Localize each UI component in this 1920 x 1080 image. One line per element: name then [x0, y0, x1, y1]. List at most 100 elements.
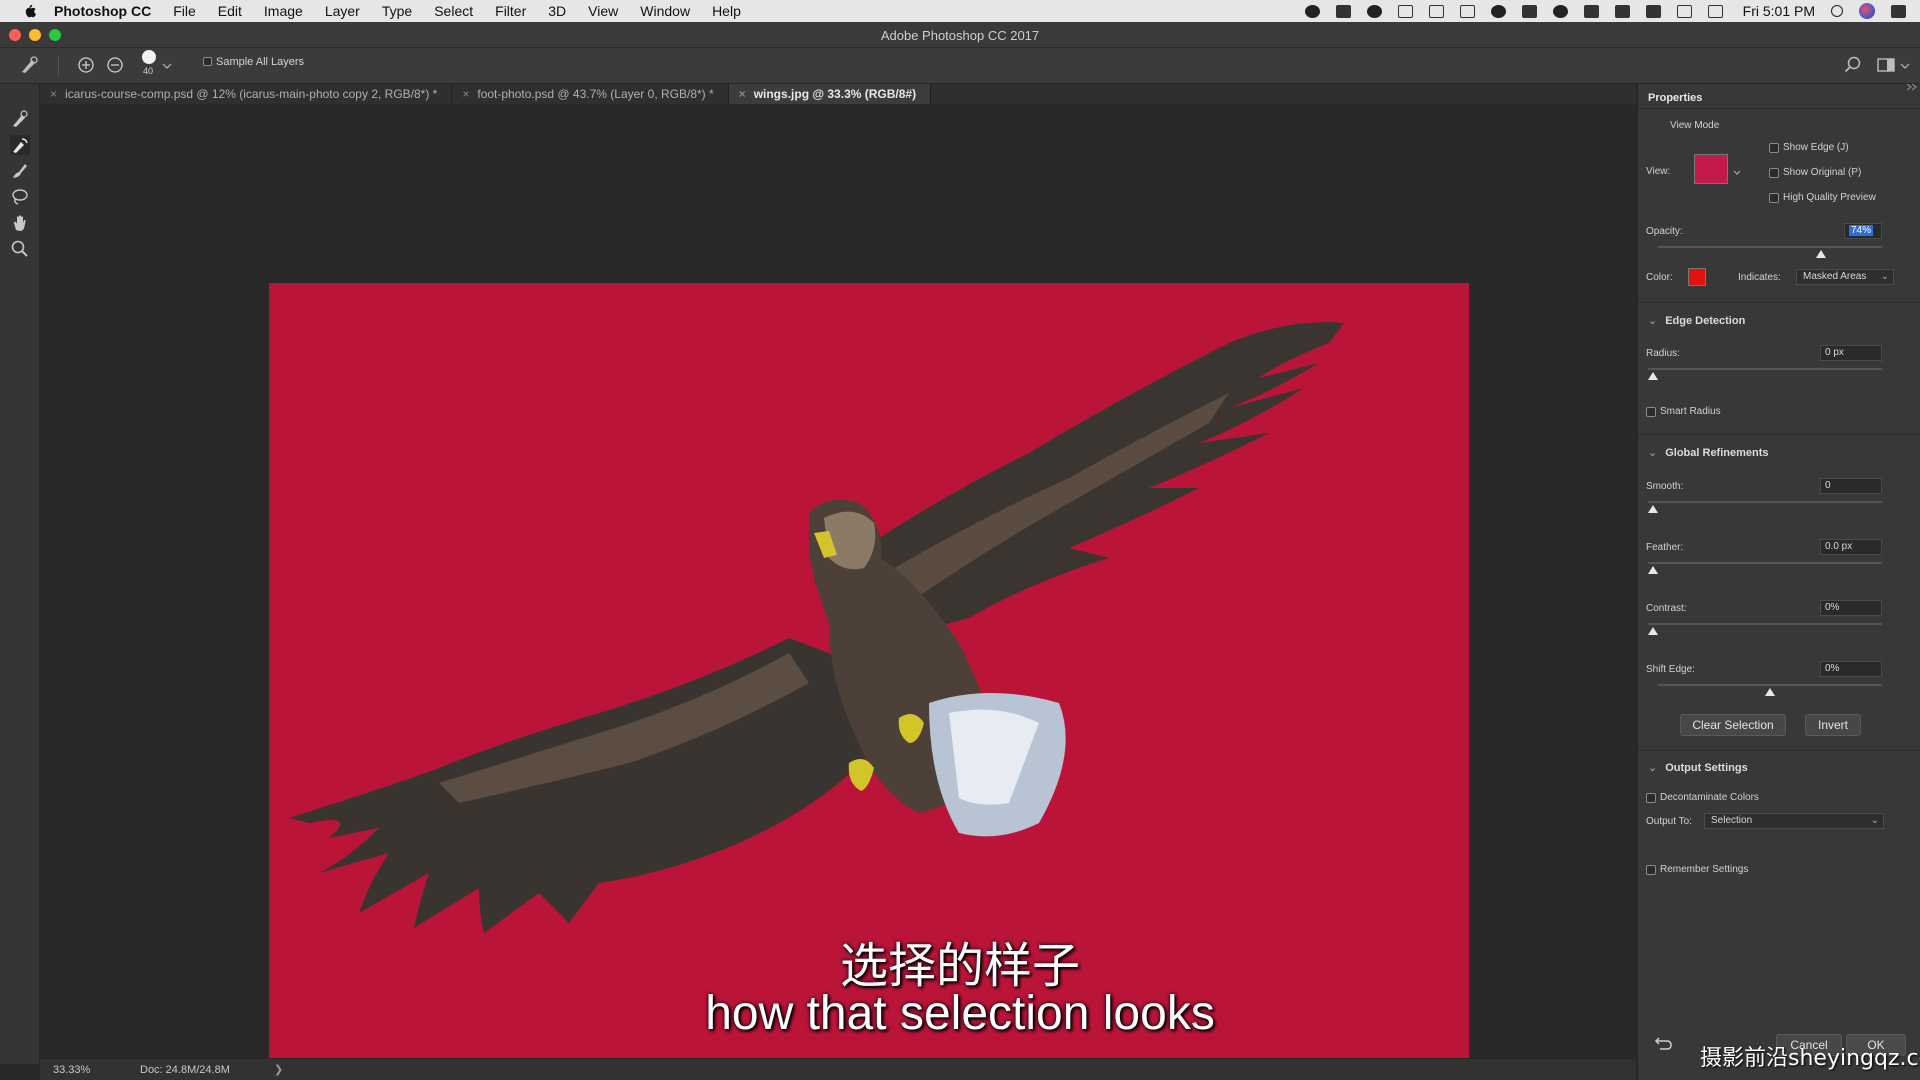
decontaminate-colors-option[interactable]: Decontaminate Colors — [1646, 792, 1759, 803]
overlay-color-swatch[interactable] — [1688, 268, 1706, 286]
brush-picker-chevron-icon[interactable] — [162, 62, 172, 70]
menu-image[interactable]: Image — [264, 3, 303, 19]
menu-layer[interactable]: Layer — [325, 3, 360, 19]
time-machine-icon[interactable] — [1552, 4, 1568, 18]
view-mode-thumbnail[interactable] — [1694, 154, 1728, 184]
remember-settings-option[interactable]: Remember Settings — [1646, 864, 1748, 875]
menu-app-name[interactable]: Photoshop CC — [54, 3, 151, 19]
sample-all-layers-checkbox[interactable] — [203, 57, 212, 66]
contrast-field[interactable]: 0% — [1820, 600, 1882, 616]
feather-slider[interactable] — [1648, 562, 1882, 564]
smart-radius-option[interactable]: Smart Radius — [1646, 406, 1721, 417]
zoom-level[interactable]: 33.33% — [53, 1064, 90, 1076]
close-icon[interactable]: × — [462, 87, 469, 101]
high-quality-preview-option[interactable]: High Quality Preview — [1769, 192, 1876, 203]
apple-icon[interactable] — [20, 2, 38, 20]
edge-detection-section[interactable]: ⌄ Edge Detection — [1648, 314, 1745, 327]
menu-file[interactable]: File — [173, 3, 196, 19]
smart-radius-label: Smart Radius — [1660, 406, 1721, 417]
hand-tool-icon[interactable] — [10, 213, 30, 233]
grid-icon[interactable] — [1521, 4, 1537, 18]
indicates-select[interactable]: Masked Areas ⌄ — [1796, 269, 1894, 285]
output-to-label: Output To: — [1646, 816, 1692, 827]
smart-radius-checkbox[interactable] — [1646, 406, 1656, 417]
display-icon[interactable] — [1428, 4, 1444, 18]
feather-slider-thumb[interactable] — [1648, 566, 1658, 574]
add-to-selection-icon[interactable] — [77, 56, 95, 74]
output-settings-section[interactable]: ⌄ Output Settings — [1648, 761, 1748, 774]
subtract-from-selection-icon[interactable] — [106, 56, 124, 74]
sync-icon[interactable] — [1490, 4, 1506, 18]
search-icon[interactable] — [1843, 55, 1863, 75]
feather-field[interactable]: 0.0 px — [1820, 539, 1882, 555]
menu-window[interactable]: Window — [640, 3, 690, 19]
opacity-field[interactable]: 74% — [1844, 223, 1882, 239]
decontaminate-colors-checkbox[interactable] — [1646, 792, 1656, 803]
contrast-slider[interactable] — [1648, 623, 1882, 625]
menu-edit[interactable]: Edit — [218, 3, 242, 19]
opacity-slider-thumb[interactable] — [1816, 250, 1826, 258]
quick-selection-preset-icon[interactable] — [18, 54, 40, 76]
smooth-slider[interactable] — [1648, 501, 1882, 503]
keyboard-icon[interactable] — [1707, 4, 1723, 18]
panel-collapse-icon[interactable] — [1906, 82, 1918, 92]
clear-selection-button[interactable]: Clear Selection — [1680, 714, 1786, 736]
show-original-option[interactable]: Show Original (P) — [1769, 167, 1861, 178]
tab-icarus-course-comp[interactable]: × icarus-course-comp.psd @ 12% (icarus-ma… — [40, 84, 453, 104]
status-menu-arrow[interactable]: ❯ — [274, 1063, 283, 1076]
view-mode-chevron-icon[interactable] — [1733, 170, 1741, 176]
bluetooth-icon[interactable] — [1583, 4, 1599, 18]
shift-edge-slider[interactable] — [1658, 684, 1882, 686]
sample-all-layers-option[interactable]: Sample All Layers — [203, 56, 304, 68]
airplay-icon[interactable] — [1676, 4, 1692, 18]
output-to-select[interactable]: Selection ⌄ — [1704, 813, 1884, 829]
shift-edge-field[interactable]: 0% — [1820, 661, 1882, 677]
record-icon[interactable] — [1366, 4, 1382, 18]
workspace-chevron-icon[interactable] — [1900, 62, 1910, 70]
notification-center-icon[interactable] — [1891, 4, 1906, 18]
creative-cloud-icon[interactable] — [1304, 4, 1320, 18]
tab-foot-photo[interactable]: × foot-photo.psd @ 43.7% (Layer 0, RGB/8*… — [452, 84, 729, 104]
canvas-area[interactable] — [40, 104, 1636, 1080]
spotlight-icon[interactable] — [1831, 5, 1843, 17]
volume-icon[interactable] — [1645, 4, 1661, 18]
show-edge-checkbox[interactable] — [1769, 142, 1779, 153]
menu-type[interactable]: Type — [382, 3, 412, 19]
close-icon[interactable]: × — [739, 87, 746, 101]
radius-slider-thumb[interactable] — [1648, 372, 1658, 380]
opacity-slider[interactable] — [1658, 246, 1882, 248]
high-quality-preview-checkbox[interactable] — [1769, 192, 1779, 203]
menubar-clock[interactable]: Fri 5:01 PM — [1743, 3, 1815, 19]
zoom-tool-icon[interactable] — [10, 239, 30, 259]
menu-select[interactable]: Select — [434, 3, 473, 19]
radius-field[interactable]: 0 px — [1820, 345, 1882, 361]
contrast-slider-thumb[interactable] — [1648, 627, 1658, 635]
quick-selection-tool-icon[interactable] — [10, 109, 30, 129]
invert-button[interactable]: Invert — [1805, 714, 1861, 736]
tab-label: foot-photo.psd @ 43.7% (Layer 0, RGB/8*)… — [477, 87, 714, 101]
wifi-icon[interactable] — [1614, 4, 1630, 18]
brush-size-preview[interactable] — [142, 50, 156, 64]
global-refinements-section[interactable]: ⌄ Global Refinements — [1648, 446, 1769, 459]
menu-filter[interactable]: Filter — [495, 3, 526, 19]
menu-view[interactable]: View — [588, 3, 618, 19]
siri-icon[interactable] — [1859, 3, 1875, 19]
brush-tool-icon[interactable] — [10, 161, 30, 181]
show-original-checkbox[interactable] — [1769, 167, 1779, 178]
menu-3d[interactable]: 3D — [548, 3, 566, 19]
shift-edge-slider-thumb[interactable] — [1765, 688, 1775, 696]
refine-edge-brush-tool-icon[interactable] — [10, 135, 30, 155]
screenshot-icon[interactable] — [1397, 4, 1413, 18]
tab-wings[interactable]: × wings.jpg @ 33.3% (RGB/8#) — [728, 84, 932, 104]
smooth-slider-thumb[interactable] — [1648, 505, 1658, 513]
radius-slider[interactable] — [1648, 368, 1882, 370]
menu-help[interactable]: Help — [712, 3, 741, 19]
checkmark-icon[interactable] — [1459, 4, 1475, 18]
workspace-icon[interactable] — [1877, 56, 1895, 74]
dropbox-icon[interactable] — [1335, 4, 1351, 18]
close-icon[interactable]: × — [50, 87, 57, 101]
show-edge-option[interactable]: Show Edge (J) — [1769, 142, 1849, 153]
smooth-field[interactable]: 0 — [1820, 478, 1882, 494]
lasso-tool-icon[interactable] — [10, 187, 30, 207]
remember-settings-checkbox[interactable] — [1646, 864, 1656, 875]
